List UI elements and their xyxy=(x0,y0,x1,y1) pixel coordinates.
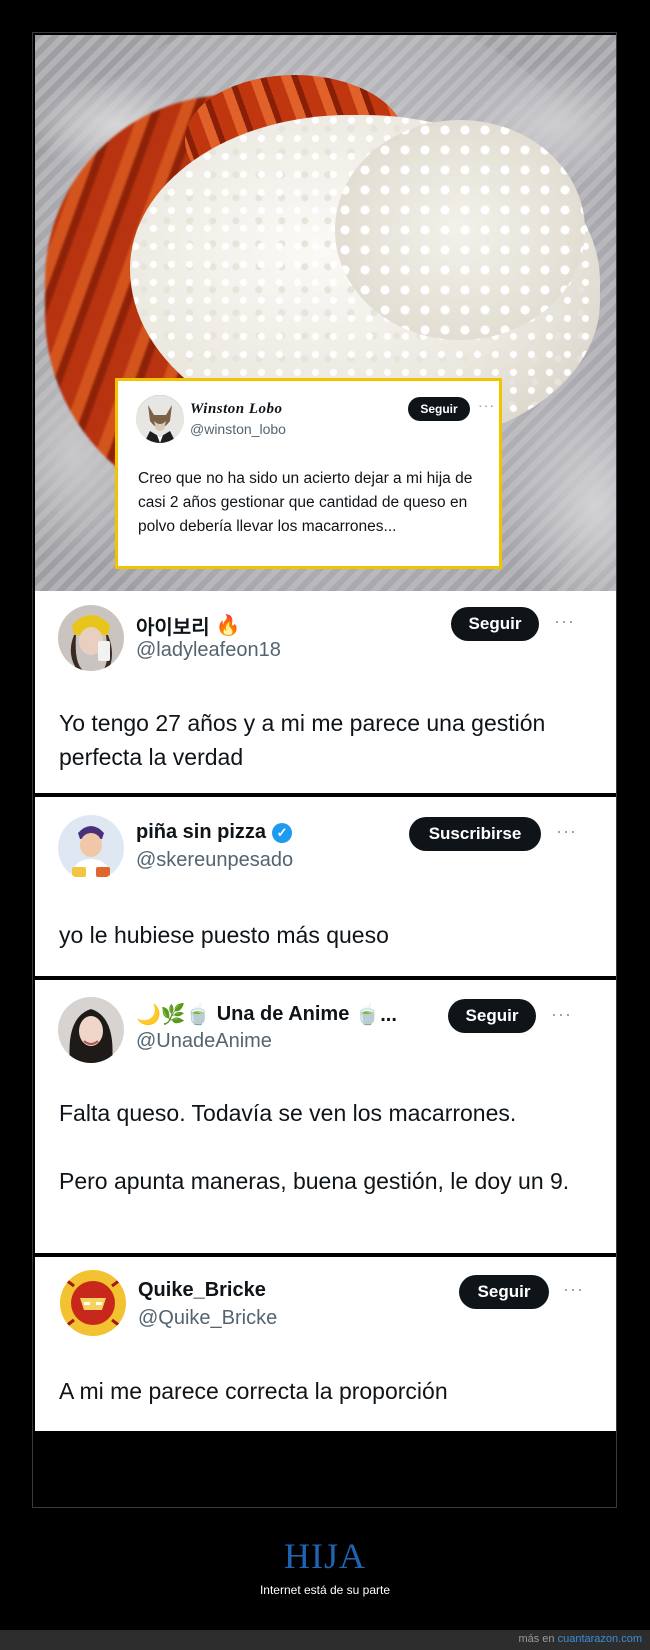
post-subtitle: Internet está de su parte xyxy=(259,1583,391,1597)
reply-tweet-3: 🌙🌿🍵 Una de Anime 🍵... @UnadeAnime Seguir… xyxy=(35,980,616,1253)
reply-tweet-4: Quike_Bricke @Quike_Bricke Seguir ··· A … xyxy=(35,1257,616,1431)
author-handle: @winston_lobo xyxy=(190,421,286,437)
author-name: 🌙🌿🍵 Una de Anime 🍵... xyxy=(136,1002,397,1027)
avatar xyxy=(136,395,184,443)
author-handle: @Quike_Bricke xyxy=(138,1307,278,1329)
moon-leaf-tea-icon: 🌙🌿🍵 xyxy=(136,1004,211,1026)
author-name-text: piña sin pizza xyxy=(136,821,267,843)
tea-icon: 🍵... xyxy=(355,1004,397,1026)
more-options-icon[interactable]: ··· xyxy=(563,1279,584,1300)
follow-button[interactable]: Seguir xyxy=(451,607,539,641)
avatar xyxy=(60,1270,126,1336)
author-name-text: Quike_Bricke xyxy=(138,1279,266,1301)
follow-button[interactable]: Seguir xyxy=(459,1275,549,1309)
source-prefix: más en xyxy=(518,1633,555,1645)
author-name-text: 아이보리 xyxy=(136,617,210,639)
tweet-text: A mi me parece correcta la proporción xyxy=(59,1378,448,1404)
cheese-pile-right xyxy=(335,120,585,340)
avatar xyxy=(58,815,124,881)
reply-tweet-1: 아이보리 🔥 @ladyleafeon18 Seguir ··· Yo teng… xyxy=(35,591,616,793)
author-handle: @UnadeAnime xyxy=(136,1030,272,1052)
reply-tweet-2: piña sin pizza ✓ @skereunpesado Suscribi… xyxy=(35,797,616,976)
author-handle: @skereunpesado xyxy=(136,849,294,871)
author-handle: @ladyleafeon18 xyxy=(136,639,281,661)
user-photo-icon xyxy=(58,605,124,671)
avatar xyxy=(58,997,124,1063)
wolf-avatar-icon xyxy=(136,395,184,443)
tweet-text-2: Pero apunta maneras, buena gestión, le d… xyxy=(59,1168,570,1194)
comic-avatar-icon xyxy=(60,1270,126,1336)
author-name: 아이보리 🔥 xyxy=(136,611,241,640)
more-options-icon[interactable]: ··· xyxy=(554,611,575,632)
follow-button[interactable]: Seguir xyxy=(408,397,470,421)
verified-badge-icon: ✓ xyxy=(272,822,293,843)
more-options-icon[interactable]: ··· xyxy=(551,1004,572,1025)
post-title: HIJA xyxy=(284,1536,366,1576)
tweet-text: Yo tengo 27 años y a mi me parece una ge… xyxy=(59,710,546,770)
subscribe-button[interactable]: Suscribirse xyxy=(409,817,541,851)
source-credit: más en cuantarazon.com xyxy=(518,1633,642,1645)
author-name: Winston Lobo xyxy=(190,401,283,417)
cartoon-avatar-icon xyxy=(58,815,124,881)
follow-button[interactable]: Seguir xyxy=(448,999,536,1033)
more-options-icon[interactable]: ··· xyxy=(556,821,577,842)
bottom-bar: más en cuantarazon.com xyxy=(0,1630,650,1650)
source-link[interactable]: cuantarazon.com xyxy=(558,1633,642,1645)
fire-icon: 🔥 xyxy=(215,615,241,637)
original-tweet-card: Winston Lobo @winston_lobo Seguir ··· Cr… xyxy=(115,378,502,569)
tweet-text: yo le hubiese puesto más queso xyxy=(59,922,389,948)
more-options-icon[interactable]: ··· xyxy=(478,397,495,413)
author-name: piña sin pizza ✓ xyxy=(136,821,293,844)
tweet-text: Creo que no ha sido un acierto dejar a m… xyxy=(138,470,473,535)
author-name: Quike_Bricke xyxy=(138,1279,266,1302)
avatar xyxy=(58,605,124,671)
tweet-text: Falta queso. Todavía se ven los macarron… xyxy=(59,1100,517,1126)
user-photo-icon xyxy=(58,997,124,1063)
author-name-text: Una de Anime xyxy=(216,1003,350,1025)
